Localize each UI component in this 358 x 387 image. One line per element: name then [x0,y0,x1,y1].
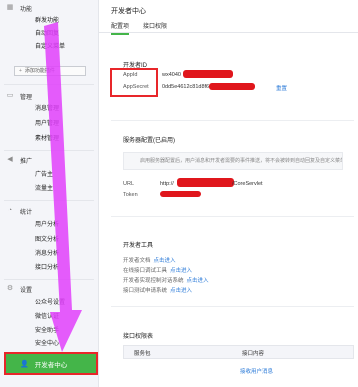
permissions-row-link[interactable]: 接收用户消息 [240,367,273,375]
appid-value: wx4040 [162,72,181,78]
sidebar-item-message-analysis[interactable]: 消息分析 [0,249,99,260]
sidebar-group-promo[interactable]: ◀ 推广 [0,154,99,166]
divider [4,200,94,201]
sidebar-item-developer-center[interactable]: 👤 开发者中心 [4,352,98,375]
url-label: URL [123,181,135,187]
open-link[interactable]: 点击进入 [170,268,192,274]
tab-api-permissions[interactable]: 接口权限 [143,21,167,30]
add-plugin-button[interactable]: + 添加功能插件 [14,66,86,76]
open-link[interactable]: 点击进入 [170,288,192,294]
server-config-heading: 服务器配置(已启用) [123,138,175,144]
plus-icon: + [19,68,22,74]
divider [111,306,354,307]
server-config-notice: 启用服务器配置后，用户消息和开发者需要的事件推送，将不会被转到自动回复及自定义菜… [123,152,343,170]
sidebar-group-stats[interactable]: ◔ 统计 [0,205,99,217]
sidebar-item-auto-reply[interactable]: 自动回复 [0,29,99,40]
sidebar-item-security-assistant[interactable]: 安全助手 [0,326,99,337]
url-value: http:// [160,181,174,187]
sidebar-item-materials[interactable]: 素材管理 [0,134,99,145]
sidebar-item-security-center[interactable]: 安全中心 [0,339,99,350]
tab-config[interactable]: 配置项 [111,21,130,35]
divider [4,150,94,151]
sidebar-item-traffic[interactable]: 流量主 [0,184,99,195]
appsecret-value: 0dd5e4612c81d8f668 [162,84,216,90]
redaction-mark [183,70,233,78]
sidebar-item-custom-menu[interactable]: 自定义菜单 [0,42,99,53]
divider [4,279,94,280]
monitor-icon: ▭ [6,92,14,99]
column-header: 接口内容 [242,351,265,357]
group-label: 统计 [20,209,33,216]
sidebar-item-users[interactable]: 用户管理 [0,119,99,130]
divider [111,120,354,121]
chart-icon: ◔ [7,207,13,214]
group-label: 推广 [20,158,33,165]
sidebar-group-settings[interactable]: ⚙ 设置 [0,283,99,295]
megaphone-icon: ◀ [7,156,13,163]
tab-bar: 配置项 接口权限 [99,18,358,35]
api-permissions-heading: 接口权限表 [123,334,154,340]
divider [4,84,94,85]
tool-row: 在线接口调试工具 点击进入 [123,268,193,274]
permissions-table-header: 服务包 接口内容 [123,345,354,359]
sidebar-item-mass-send[interactable]: 群发功能 [0,16,99,27]
grid-icon: ▦ [6,4,14,11]
divider [111,216,354,217]
token-label: Token [123,192,138,198]
tool-row: 开发者实现控制对话系统 点击进入 [123,278,209,284]
group-label: 功能 [20,6,33,13]
redaction-mark [160,191,201,197]
group-label: 设置 [20,287,33,294]
column-header: 服务包 [134,351,151,357]
group-label: 管理 [20,94,33,101]
appid-label: AppId [123,72,138,78]
open-link[interactable]: 点击进入 [154,258,176,264]
sidebar: ▦ 功能 群发功能 自动回复 自定义菜单 + 添加功能插件 ▭ 管理 消息管理 用… [0,0,99,387]
main-content: 开发者中心 配置项 接口权限 开发者ID AppId AppSecret wx4… [99,0,358,387]
sidebar-group-function[interactable]: ▦ 功能 [0,2,99,14]
redaction-mark [209,83,255,90]
sidebar-item-verification[interactable]: 微信认证 [0,312,99,323]
sidebar-group-manage[interactable]: ▭ 管理 [0,90,99,102]
tool-row: 接口测试申请系统 点击进入 [123,288,193,294]
sidebar-item-article-analysis[interactable]: 图文分析 [0,235,99,246]
sidebar-item-api-analysis[interactable]: 接口分析 [0,263,99,274]
url-suffix: /CoreServlet [232,181,263,187]
sidebar-item-account-settings[interactable]: 公众号设置 [0,298,99,309]
user-icon: 👤 [20,360,29,368]
gear-icon: ⚙ [6,285,14,292]
page-title: 开发者中心 [111,8,146,15]
reset-link[interactable]: 重置 [276,84,287,92]
open-link[interactable]: 点击进入 [187,278,209,284]
appsecret-label: AppSecret [123,84,149,90]
redaction-mark [177,178,234,187]
dev-tools-heading: 开发者工具 [123,243,154,249]
sidebar-item-messages[interactable]: 消息管理 [0,104,99,115]
tool-row: 开发者文档 点击进入 [123,258,176,264]
sidebar-item-user-analysis[interactable]: 用户分析 [0,220,99,231]
sidebar-item-advertiser[interactable]: 广告主 [0,170,99,181]
